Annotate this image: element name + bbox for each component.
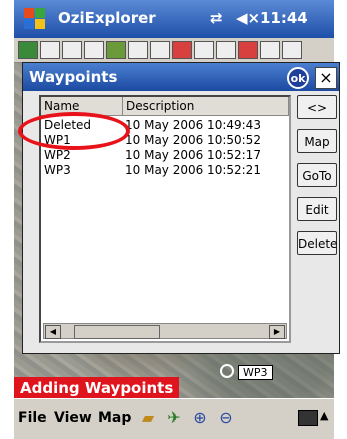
toolbar-icon[interactable] — [150, 41, 170, 59]
toolbar-icon[interactable] — [172, 41, 192, 59]
edit-button[interactable]: Edit — [297, 197, 337, 221]
toolbar-icon[interactable] — [282, 41, 302, 59]
waypoint-map-label[interactable]: WP3 — [238, 365, 273, 380]
ok-button[interactable]: ok — [287, 67, 309, 89]
dialog-title-bar: Waypoints ok × — [23, 63, 339, 91]
goto-button[interactable]: GoTo — [297, 163, 337, 187]
app-title: OziExplorer — [58, 9, 156, 27]
waypoint-name: WP3 — [44, 163, 71, 177]
waypoints-dialog: Waypoints ok × Name Description Deleted … — [22, 62, 340, 354]
toolbar-icon[interactable] — [260, 41, 280, 59]
start-icon[interactable] — [24, 8, 46, 30]
keyboard-icon[interactable] — [298, 410, 318, 426]
scroll-left-icon[interactable]: ◀ — [45, 325, 61, 339]
waypoint-description: 10 May 2006 10:52:17 — [125, 148, 261, 162]
toolbar-icon[interactable] — [238, 41, 258, 59]
chevron-up-icon[interactable]: ▲ — [320, 409, 328, 422]
toolbar-icon[interactable] — [216, 41, 236, 59]
toolbar-icon[interactable] — [40, 41, 60, 59]
toolbar-icon[interactable] — [194, 41, 214, 59]
list-item[interactable]: WP3 10 May 2006 10:52:21 — [41, 163, 289, 177]
clock[interactable]: 11:44 — [260, 9, 308, 27]
toolbar-icon[interactable] — [106, 41, 126, 59]
zoom-in-icon[interactable]: ⊕ — [190, 408, 210, 428]
close-button[interactable]: × — [315, 67, 337, 89]
device-screen: OziExplorer ⇄ ◀× 11:44 Waypoints ok × Na… — [14, 0, 340, 439]
toolbar-icon[interactable] — [84, 41, 104, 59]
annotation-highlight-ellipse — [18, 112, 130, 150]
waypoint-description: 10 May 2006 10:50:52 — [125, 133, 261, 147]
toolbar-icon[interactable] — [128, 41, 148, 59]
status-bar: OziExplorer ⇄ ◀× 11:44 — [14, 0, 334, 38]
toolbar-icon[interactable] — [18, 41, 38, 59]
delete-button[interactable]: Delete — [297, 231, 337, 255]
zoom-out-icon[interactable]: ⊖ — [216, 408, 236, 428]
waypoint-description: 10 May 2006 10:52:21 — [125, 163, 261, 177]
scroll-thumb[interactable] — [74, 325, 160, 339]
scroll-right-icon[interactable]: ▶ — [269, 325, 285, 339]
gps-icon[interactable]: ✈ — [164, 408, 184, 428]
caption-banner: Adding Waypoints — [14, 377, 180, 399]
folder-icon[interactable]: ▰ — [138, 408, 158, 428]
speaker-icon[interactable]: ◀× — [236, 9, 260, 27]
waypoint-description: 10 May 2006 10:49:43 — [125, 118, 261, 132]
horizontal-scrollbar[interactable]: ◀ ▶ — [43, 323, 287, 339]
toolbar-icon[interactable] — [62, 41, 82, 59]
menu-bar: File View Map ▰ ✈ ⊕ ⊖ ▲ — [14, 398, 334, 439]
menu-file[interactable]: File — [18, 410, 47, 426]
crosshair-icon[interactable] — [220, 364, 234, 378]
antenna-icon[interactable]: ⇄ — [210, 9, 223, 27]
list-item[interactable]: WP2 10 May 2006 10:52:17 — [41, 148, 289, 162]
column-header-description[interactable]: Description — [123, 97, 289, 115]
map-toolbar — [14, 38, 334, 63]
dialog-title: Waypoints — [29, 68, 118, 86]
map-button[interactable]: Map — [297, 129, 337, 153]
menu-view[interactable]: View — [54, 410, 92, 426]
menu-map[interactable]: Map — [98, 410, 131, 426]
swap-button[interactable]: <> — [297, 95, 337, 119]
waypoint-name: WP2 — [44, 148, 71, 162]
